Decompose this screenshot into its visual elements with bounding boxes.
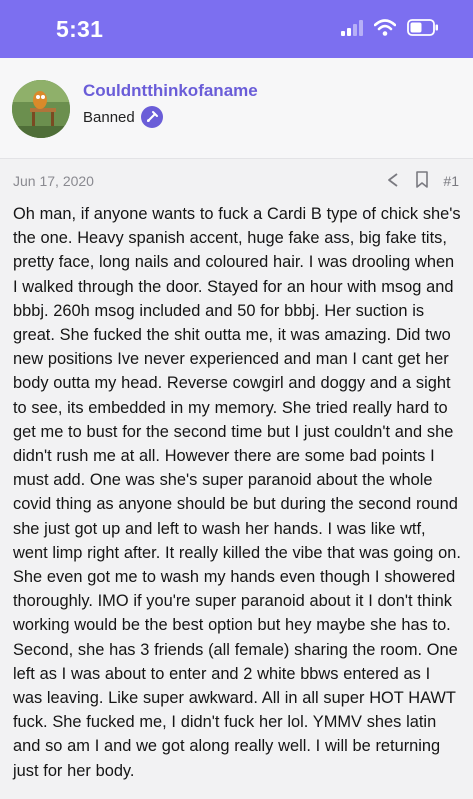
user-role: Banned bbox=[83, 106, 163, 128]
user-role-label: Banned bbox=[83, 108, 135, 126]
user-profile-header: Couldntthinkofaname Banned bbox=[0, 66, 473, 159]
moderator-badge-icon[interactable] bbox=[140, 106, 163, 128]
status-icons bbox=[341, 19, 439, 41]
header-strip bbox=[0, 58, 473, 66]
post-number-link[interactable]: #1 bbox=[443, 173, 459, 189]
status-time: 5:31 bbox=[56, 16, 104, 42]
share-icon[interactable] bbox=[385, 172, 401, 191]
status-bar: 5:31 bbox=[0, 0, 473, 58]
bookmark-icon[interactable] bbox=[415, 171, 429, 191]
forum-post: Jun 17, 2020 #1 Oh man, if anyone wants … bbox=[0, 159, 473, 799]
post-actions: #1 bbox=[385, 171, 459, 191]
wifi-icon bbox=[373, 19, 397, 41]
signal-icon bbox=[341, 19, 363, 41]
avatar[interactable] bbox=[12, 80, 70, 138]
battery-icon bbox=[407, 19, 439, 41]
username-link[interactable]: Couldntthinkofaname bbox=[83, 81, 258, 101]
post-body: Oh man, if anyone wants to fuck a Cardi … bbox=[13, 205, 461, 780]
post-date[interactable]: Jun 17, 2020 bbox=[13, 173, 94, 189]
